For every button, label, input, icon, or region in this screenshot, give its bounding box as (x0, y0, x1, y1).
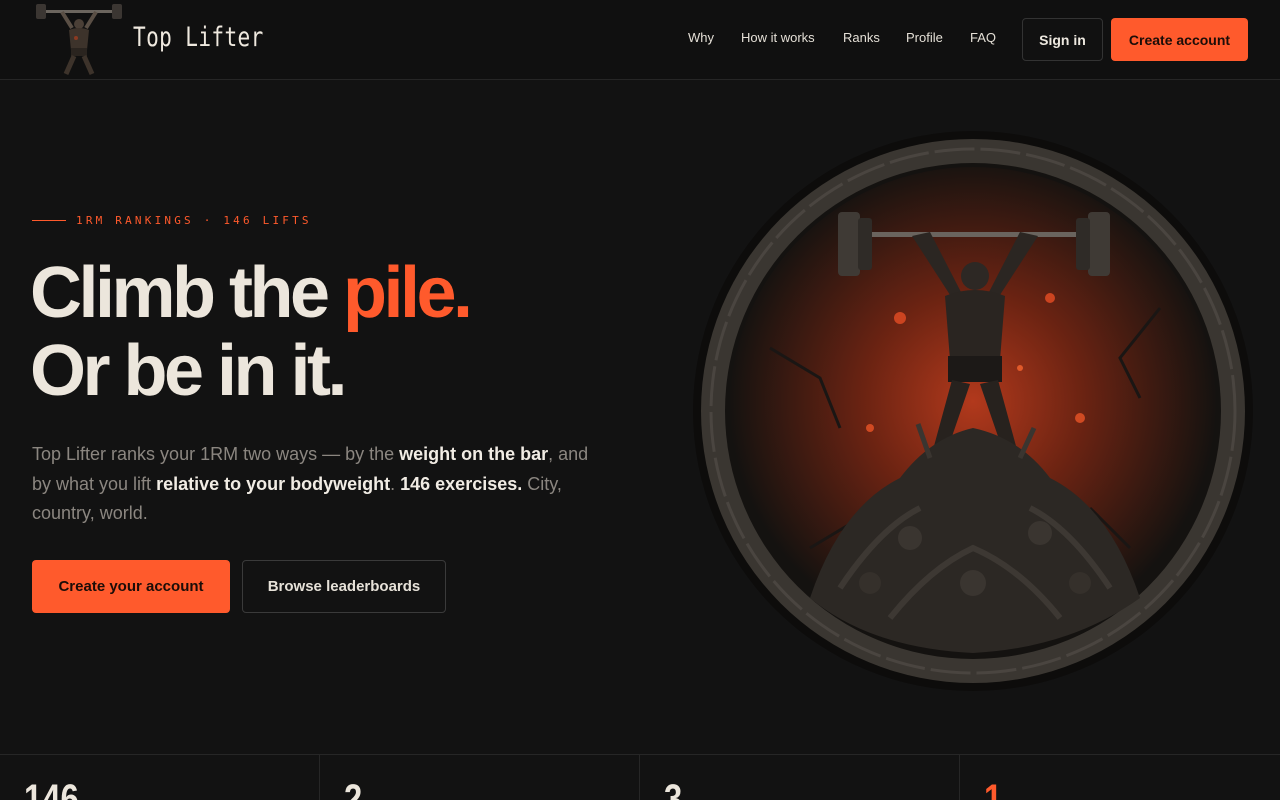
lifter-on-pile-illustration (693, 131, 1253, 691)
eyebrow-text: 1RM RANKINGS · 146 LIFTS (76, 214, 312, 227)
headline-line1-text: Climb the (30, 253, 344, 333)
stat-value: 3 (664, 777, 683, 800)
headline-line2-text: Or be in it. (30, 331, 348, 411)
stat-value: 146 (24, 777, 79, 800)
top-navigation-bar: Top Lifter Why How it works Ranks Profil… (0, 0, 1280, 80)
lede-part-3: . (390, 473, 401, 494)
stat-scopes: 3 (640, 755, 960, 800)
hero-headline: Climb the pile. Or be in it. (30, 253, 473, 411)
create-your-account-button[interactable]: Create your account (32, 560, 230, 613)
nav-link-ranks[interactable]: Ranks (843, 30, 880, 45)
create-account-button[interactable]: Create account (1111, 18, 1248, 61)
lede-part-1: Top Lifter ranks your 1RM two ways — by … (32, 444, 400, 464)
hero-description: Top Lifter ranks your 1RM two ways — by … (32, 440, 592, 529)
stats-strip: 146 2 3 1 (0, 754, 1280, 800)
nav-link-how-it-works[interactable]: How it works (741, 30, 815, 45)
headline-accent-word: pile. (343, 253, 473, 333)
lede-emphasis-weight: weight on the bar (399, 444, 549, 464)
lede-emphasis-exercises: 146 exercises. (400, 473, 523, 494)
stat-top-rank: 1 (960, 755, 1280, 800)
eyebrow-rule (32, 220, 66, 221)
stat-value: 2 (344, 777, 363, 800)
stat-value: 1 (984, 777, 1003, 800)
sign-in-button[interactable]: Sign in (1022, 18, 1103, 61)
stat-ranking-modes: 2 (320, 755, 640, 800)
browse-leaderboards-button[interactable]: Browse leaderboards (242, 560, 446, 613)
nav-link-faq[interactable]: FAQ (970, 30, 996, 45)
stat-exercises: 146 (0, 755, 320, 800)
lede-emphasis-relative: relative to your bodyweight (156, 473, 391, 494)
hero-eyebrow: 1RM RANKINGS · 146 LIFTS (32, 214, 312, 227)
nav-link-profile[interactable]: Profile (906, 30, 943, 45)
nav-link-why[interactable]: Why (688, 30, 714, 45)
